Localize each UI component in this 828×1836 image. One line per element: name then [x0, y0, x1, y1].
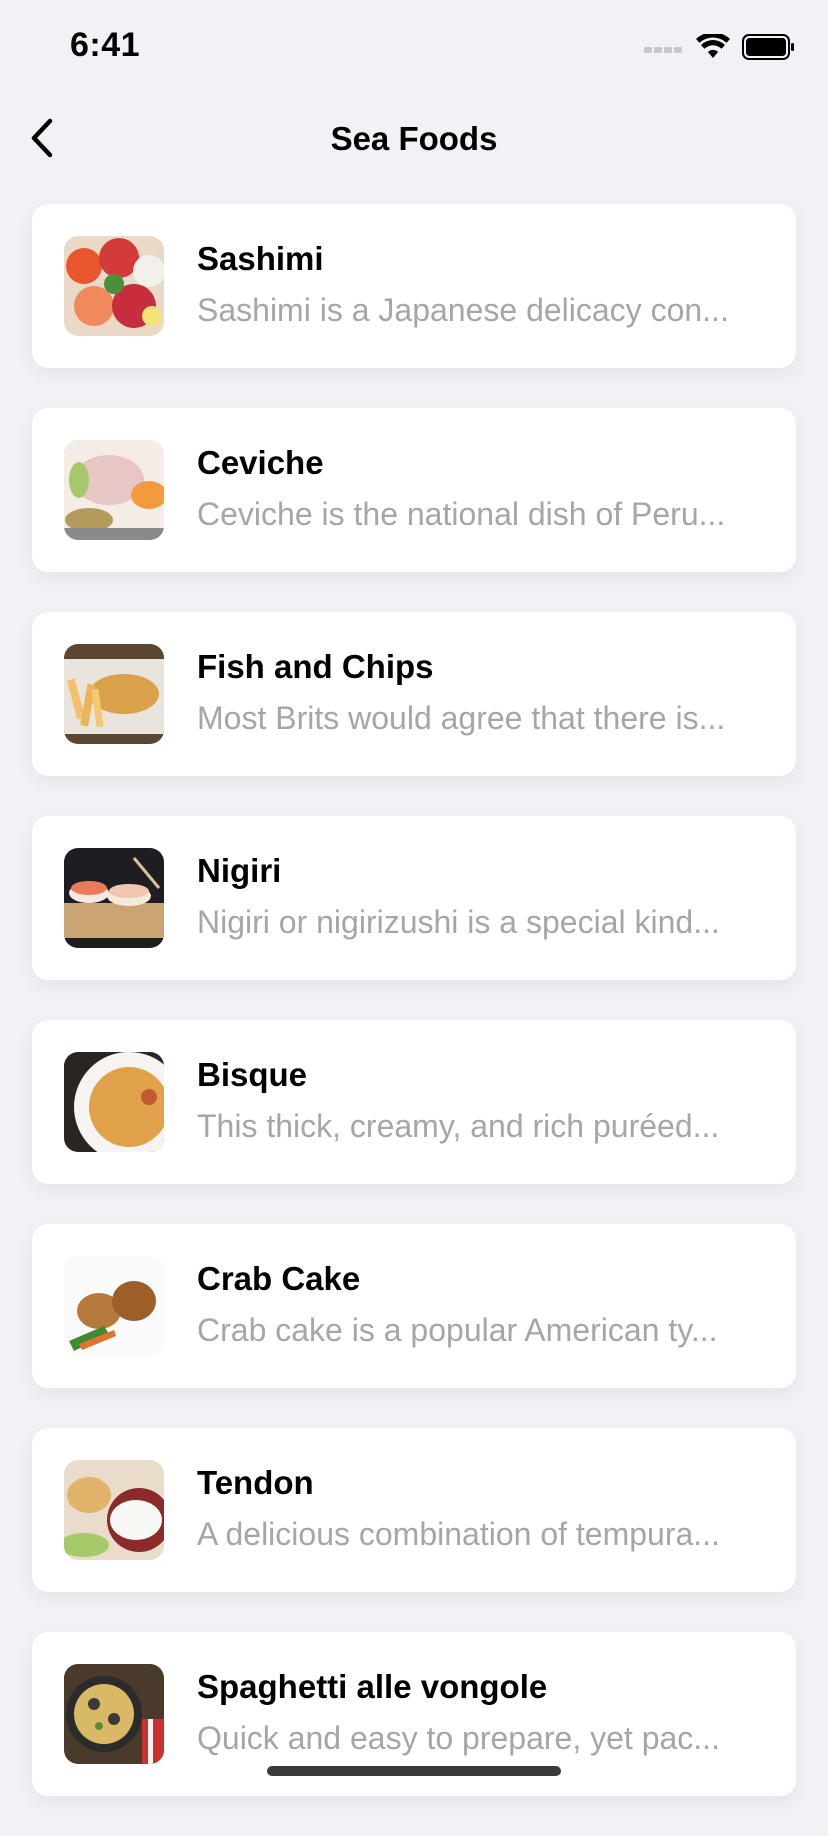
item-title: Bisque — [197, 1056, 308, 1093]
item-description: Most Brits would agree that there is... — [197, 700, 726, 736]
status-bar: 6:41 — [0, 0, 828, 100]
list-item[interactable]: Nigiri Nigiri or nigirizushi is a specia… — [32, 816, 796, 980]
item-title: Spaghetti alle vongole — [197, 1668, 548, 1705]
item-title: Sashimi — [197, 240, 324, 277]
seafood-list: Sashimi Sashimi is a Japanese delicacy c… — [32, 204, 796, 1836]
food-thumbnail — [64, 440, 164, 540]
wifi-icon — [696, 32, 730, 65]
list-item[interactable]: Sashimi Sashimi is a Japanese delicacy c… — [32, 204, 796, 368]
item-title: Ceviche — [197, 444, 324, 481]
food-thumbnail — [64, 1256, 164, 1356]
list-item[interactable]: Bisque This thick, creamy, and rich puré… — [32, 1020, 796, 1184]
food-thumbnail — [64, 1460, 164, 1560]
item-description: This thick, creamy, and rich puréed... — [197, 1108, 720, 1144]
food-thumbnail — [64, 236, 164, 336]
food-thumbnail — [64, 644, 164, 744]
food-thumbnail — [64, 1664, 164, 1764]
list-item[interactable]: Fish and Chips Most Brits would agree th… — [32, 612, 796, 776]
list-item[interactable]: Tendon A delicious combination of tempur… — [32, 1428, 796, 1592]
food-thumbnail — [64, 1052, 164, 1152]
item-title: Nigiri — [197, 852, 282, 889]
item-title: Crab Cake — [197, 1260, 361, 1297]
item-description: Quick and easy to prepare, yet pac... — [197, 1720, 720, 1756]
item-description: Sashimi is a Japanese delicacy con... — [197, 292, 729, 328]
item-description: Nigiri or nigirizushi is a special kind.… — [197, 904, 720, 940]
status-time: 6:41 — [70, 26, 141, 64]
item-description: Ceviche is the national dish of Peru... — [197, 496, 726, 532]
item-description: Crab cake is a popular American ty... — [197, 1312, 718, 1348]
cellular-signal-icon — [644, 41, 684, 59]
item-description: A delicious combination of tempura... — [197, 1516, 720, 1552]
list-item[interactable]: Ceviche Ceviche is the national dish of … — [32, 408, 796, 572]
page-title: Sea Foods — [330, 120, 498, 157]
item-title: Fish and Chips — [197, 648, 434, 685]
status-icons — [644, 32, 796, 65]
home-indicator[interactable] — [267, 1766, 561, 1776]
food-thumbnail — [64, 848, 164, 948]
item-title: Tendon — [197, 1464, 314, 1501]
list-item[interactable]: Crab Cake Crab cake is a popular America… — [32, 1224, 796, 1388]
navigation-bar: Sea Foods — [0, 100, 828, 182]
battery-icon — [742, 34, 796, 65]
